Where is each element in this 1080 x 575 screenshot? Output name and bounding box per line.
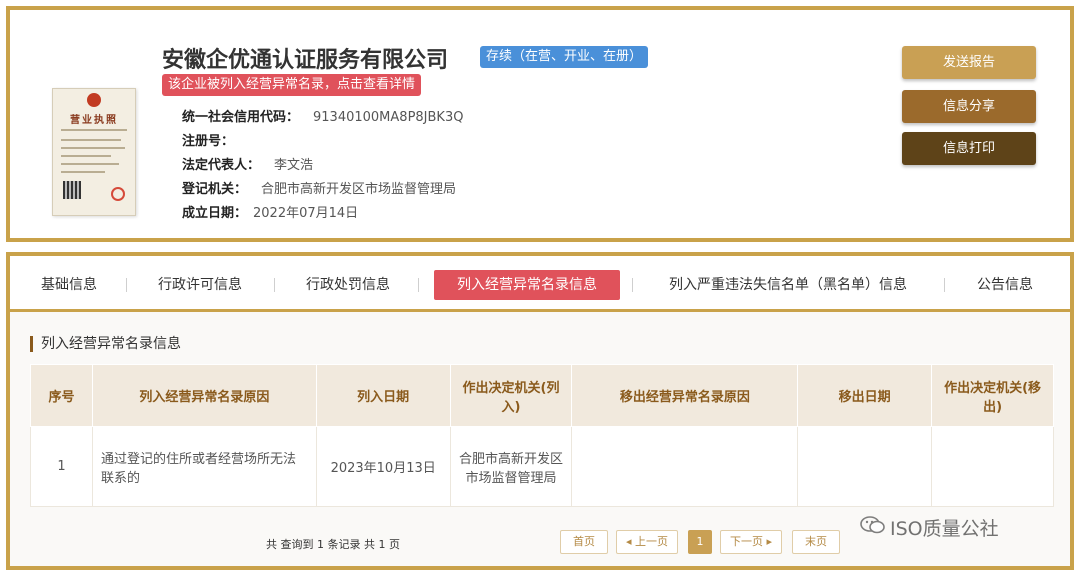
license-line: [61, 163, 119, 165]
details-panel: 基础信息 行政许可信息 行政处罚信息 列入经营异常名录信息 列入严重违法失信名单…: [6, 252, 1074, 570]
qr-code-icon: [63, 181, 81, 199]
prev-page-button[interactable]: ◂ 上一页: [616, 530, 678, 554]
company-name: 安徽企优通认证服务有限公司: [162, 48, 449, 73]
establish-date-row: 成立日期： 2022年07月14日: [182, 202, 358, 221]
current-page-button[interactable]: 1: [688, 530, 712, 554]
column-header: 作出决定机关(列入): [449, 364, 573, 427]
registration-authority-row: 登记机关： 合肥市高新开发区市场监督管理局: [182, 178, 456, 197]
tab-admin-license[interactable]: 行政许可信息: [144, 270, 256, 300]
field-label: 登记机关：: [182, 182, 248, 197]
official-seal-icon: [111, 187, 125, 201]
table-cell: [931, 426, 1054, 507]
company-info-panel: 营业执照 安徽企优通认证服务有限公司 存续（在营、开业、在册） 该企业被列入经营…: [6, 6, 1074, 242]
tab-blacklist[interactable]: 列入严重违法失信名单（黑名单）信息: [650, 270, 926, 300]
status-badge: 存续（在营、开业、在册）: [480, 46, 649, 68]
table-cell: 1: [30, 426, 93, 507]
print-info-button[interactable]: 信息打印: [902, 132, 1036, 165]
column-header: 序号: [30, 364, 93, 427]
registration-number-row: 注册号：: [182, 130, 248, 149]
tab-admin-penalty[interactable]: 行政处罚信息: [292, 270, 404, 300]
table-cell: [571, 426, 799, 507]
license-line: [61, 139, 121, 141]
field-value: 合肥市高新开发区市场监督管理局: [261, 182, 457, 197]
license-title: 营业执照: [70, 115, 118, 126]
column-header: 列入经营异常名录原因: [91, 364, 317, 427]
license-line: [61, 147, 125, 149]
field-value: 李文浩: [274, 158, 314, 173]
wechat-icon: [860, 515, 886, 540]
table-cell: 合肥市高新开发区市场监督管理局: [449, 426, 573, 507]
tab-divider: [274, 278, 275, 292]
column-header: 移出日期: [797, 364, 933, 427]
table-cell: 2023年10月13日: [315, 426, 451, 507]
next-page-button[interactable]: 下一页 ▸: [720, 530, 782, 554]
national-emblem-icon: [87, 93, 101, 107]
watermark: ISO质量公社: [860, 514, 999, 541]
license-line: [61, 155, 111, 157]
table-cell: [797, 426, 933, 507]
field-value: 91340100MA8P8JBK3Q: [313, 110, 464, 125]
tab-abnormal-list[interactable]: 列入经营异常名录信息: [434, 270, 620, 300]
column-header: 列入日期: [315, 364, 451, 427]
table-cell: 通过登记的住所或者经营场所无法联系的: [91, 426, 317, 507]
tab-basic-info[interactable]: 基础信息: [24, 270, 114, 300]
share-info-button[interactable]: 信息分享: [902, 90, 1036, 123]
pagination-info: 共 查询到 1 条记录 共 1 页: [266, 538, 400, 551]
license-line: [61, 129, 127, 131]
tab-bar: 基础信息 行政许可信息 行政处罚信息 列入经营异常名录信息 列入严重违法失信名单…: [10, 256, 1070, 312]
last-page-button[interactable]: 末页: [792, 530, 840, 554]
send-report-button[interactable]: 发送报告: [902, 46, 1036, 79]
tab-divider: [632, 278, 633, 292]
table-row: 1 通过登记的住所或者经营场所无法联系的 2023年10月13日 合肥市高新开发…: [30, 426, 1054, 507]
credit-code-row: 统一社会信用代码： 91340100MA8P8JBK3Q: [182, 106, 463, 125]
tab-divider: [126, 278, 127, 292]
first-page-button[interactable]: 首页: [560, 530, 608, 554]
legal-representative-row: 法定代表人： 李文浩: [182, 154, 313, 173]
tab-divider: [418, 278, 419, 292]
column-header: 作出决定机关(移出): [931, 364, 1054, 427]
field-value: 2022年07月14日: [253, 206, 359, 221]
tab-divider: [944, 278, 945, 292]
abnormal-list-alert[interactable]: 该企业被列入经营异常名录，点击查看详情: [162, 74, 422, 96]
field-label: 法定代表人：: [182, 158, 261, 173]
field-label: 统一社会信用代码：: [182, 110, 300, 125]
license-line: [61, 171, 105, 173]
watermark-text: ISO质量公社: [890, 518, 999, 540]
table-header-row: 序号 列入经营异常名录原因 列入日期 作出决定机关(列入) 移出经营异常名录原因…: [30, 364, 1054, 427]
field-label: 成立日期：: [182, 206, 248, 221]
field-label: 注册号：: [182, 134, 235, 149]
tab-announcements[interactable]: 公告信息: [960, 270, 1050, 300]
business-license-image[interactable]: 营业执照: [52, 88, 136, 216]
section-title: 列入经营异常名录信息: [30, 336, 181, 352]
abnormal-list-table: 序号 列入经营异常名录原因 列入日期 作出决定机关(列入) 移出经营异常名录原因…: [30, 364, 1054, 507]
column-header: 移出经营异常名录原因: [571, 364, 799, 427]
